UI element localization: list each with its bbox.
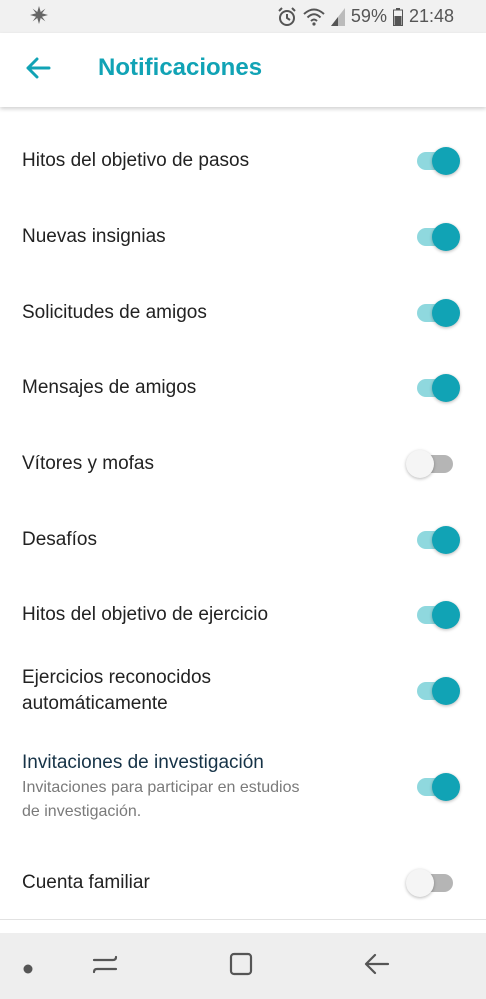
setting-row-challenges[interactable]: Desafíos	[0, 502, 486, 578]
status-time: 21:48	[408, 6, 454, 26]
battery-icon	[392, 7, 403, 26]
home-icon[interactable]	[228, 951, 254, 982]
toggle-switch[interactable]	[412, 147, 460, 175]
setting-label: Hitos del objetivo de pasos	[22, 150, 250, 171]
setting-row-cheers-taunts[interactable]: Vítores y mofas	[0, 426, 486, 502]
setting-row-steps-goal[interactable]: Hitos del objetivo de pasos	[0, 123, 486, 199]
setting-row-research-invitations[interactable]: Invitaciones de investigación Invitacion…	[0, 743, 486, 843]
alarm-icon	[277, 6, 297, 27]
toggle-switch[interactable]	[406, 869, 460, 897]
navigation-bar	[0, 933, 486, 999]
setting-row-exercise-goal[interactable]: Hitos del objetivo de ejercicio	[0, 577, 486, 653]
setting-label: Vítores y mofas	[22, 453, 154, 474]
setting-description-line-2: de investigación.	[22, 803, 142, 820]
back-button[interactable]	[14, 46, 62, 94]
setting-label: Mensajes de amigos	[22, 377, 197, 398]
setting-label: Desafíos	[22, 529, 97, 550]
setting-label-line-2: automáticamente	[22, 693, 168, 714]
toggle-switch[interactable]	[412, 374, 460, 402]
divider	[0, 919, 486, 920]
setting-label: Invitaciones de investigación	[22, 752, 264, 773]
setting-row-friend-messages[interactable]: Mensajes de amigos	[0, 350, 486, 426]
setting-label-line-1: Ejercicios reconocidos	[22, 667, 212, 688]
dot-icon	[23, 961, 33, 979]
setting-row-friend-requests[interactable]: Solicitudes de amigos	[0, 275, 486, 351]
back-icon[interactable]	[364, 951, 390, 982]
recent-apps-icon[interactable]	[92, 951, 118, 982]
setting-description-line-1: Invitaciones para participar en estudios	[22, 779, 300, 796]
toggle-switch[interactable]	[412, 223, 460, 251]
toggle-switch[interactable]	[412, 526, 460, 554]
setting-row-family-account[interactable]: Cuenta familiar	[0, 843, 486, 919]
setting-label: Hitos del objetivo de ejercicio	[22, 604, 269, 625]
toggle-switch[interactable]	[412, 773, 460, 801]
status-bar: 59% 21:48	[0, 0, 486, 33]
arrow-left-icon	[25, 57, 51, 84]
setting-row-new-badges[interactable]: Nuevas insignias	[0, 199, 486, 275]
signal-icon	[330, 7, 345, 26]
wifi-icon	[303, 8, 325, 26]
setting-label: Solicitudes de amigos	[22, 302, 207, 323]
battery-percentage: 59%	[350, 6, 387, 26]
toggle-switch[interactable]	[412, 299, 460, 327]
android-pinwheel-icon	[30, 6, 48, 24]
toggle-switch[interactable]	[412, 601, 460, 629]
app-bar: Notificaciones	[0, 33, 486, 107]
toggle-switch[interactable]	[412, 677, 460, 705]
setting-label: Cuenta familiar	[22, 872, 150, 893]
setting-row-auto-exercises[interactable]: Ejercicios reconocidos automáticamente	[0, 653, 486, 743]
toggle-switch[interactable]	[406, 450, 460, 478]
setting-label: Nuevas insignias	[22, 226, 166, 247]
page-title: Notificaciones	[98, 54, 263, 81]
